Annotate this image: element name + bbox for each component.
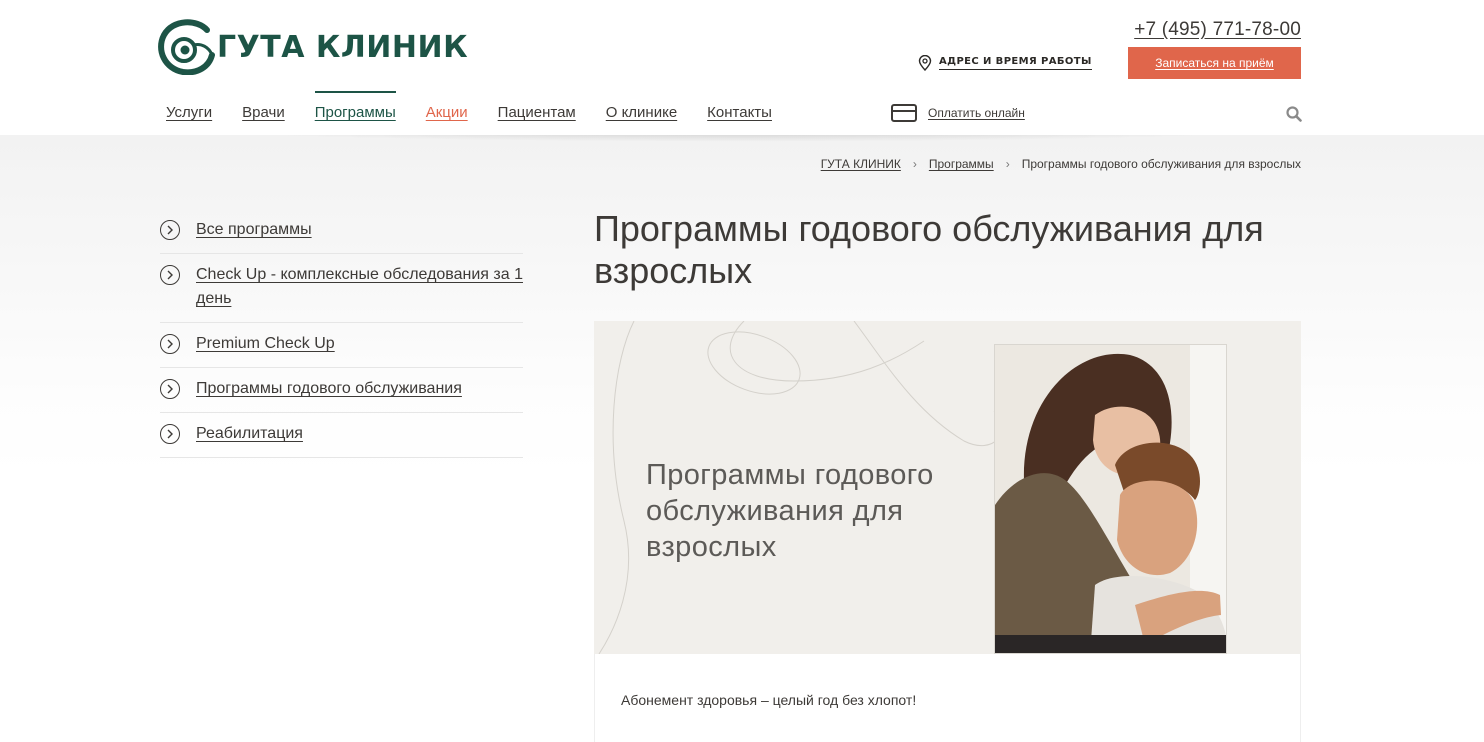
program-banner: Программы годового обслуживания для взро… (594, 321, 1301, 654)
sidebar-item-rehabilitation[interactable]: Реабилитация (160, 413, 523, 458)
main-nav: Услуги Врачи Программы Акции Пациентам О… (166, 91, 802, 121)
banner-headline: Программы годового обслуживания для взро… (646, 459, 934, 563)
breadcrumb: ГУТА КЛИНИК › Программы › Программы годо… (821, 157, 1301, 171)
breadcrumb-separator-icon: › (1005, 157, 1010, 171)
search-icon[interactable] (1286, 106, 1302, 122)
sidebar-menu: Все программы Check Up - комплексные обс… (160, 209, 523, 458)
pay-online-label: Оплатить онлайн (928, 106, 1025, 120)
sidebar-item-label: Premium Check Up (196, 335, 335, 352)
phone-link[interactable]: +7 (495) 771-78-00 (1134, 19, 1301, 41)
chevron-right-icon (160, 265, 180, 285)
nav-item-contacts[interactable]: Контакты (707, 104, 772, 121)
sidebar-item-check-up[interactable]: Check Up - комплексные обследования за 1… (160, 254, 523, 323)
address-link[interactable]: АДРЕС И ВРЕМЯ РАБОТЫ (918, 55, 1092, 71)
logo-emblem-icon (158, 19, 215, 75)
intro-text: Абонемент здоровья – целый год без хлопо… (621, 692, 917, 708)
page-title: Программы годового обслуживания для взро… (594, 208, 1264, 291)
chevron-right-icon (160, 220, 180, 240)
sidebar-item-label: Check Up - комплексные обследования за 1… (196, 266, 523, 307)
nav-item-patients[interactable]: Пациентам (498, 104, 576, 121)
breadcrumb-programs[interactable]: Программы (929, 157, 994, 171)
sidebar-item-label: Все программы (196, 221, 312, 238)
sidebar-item-premium-check-up[interactable]: Premium Check Up (160, 323, 523, 368)
nav-item-programs[interactable]: Программы (314, 91, 396, 121)
site-header: ГУТА КЛИНИК +7 (495) 771-78-00 АДРЕС И В… (0, 0, 1484, 135)
chevron-right-icon (160, 334, 180, 354)
breadcrumb-separator-icon: › (912, 157, 917, 171)
logo[interactable]: ГУТА КЛИНИК (157, 17, 468, 75)
logo-text: ГУТА КЛИНИК (217, 29, 469, 65)
nav-item-doctors[interactable]: Врачи (242, 104, 285, 121)
sidebar-item-label: Реабилитация (196, 425, 303, 442)
couple-photo (994, 344, 1227, 654)
pay-online-link[interactable]: Оплатить онлайн (891, 104, 1025, 122)
location-pin-icon (918, 55, 932, 71)
program-description: Абонемент здоровья – целый год без хлопо… (594, 654, 1301, 742)
breadcrumb-current: Программы годового обслуживания для взро… (1021, 157, 1301, 171)
nav-item-promotions[interactable]: Акции (426, 104, 468, 121)
book-appointment-button[interactable]: Записаться на приём (1128, 47, 1301, 79)
sidebar-item-annual-programs[interactable]: Программы годового обслуживания (160, 368, 523, 413)
breadcrumb-home[interactable]: ГУТА КЛИНИК (821, 157, 901, 171)
chevron-right-icon (160, 379, 180, 399)
nav-item-about[interactable]: О клинике (606, 104, 677, 121)
sidebar-item-all-programs[interactable]: Все программы (160, 209, 523, 254)
address-label: АДРЕС И ВРЕМЯ РАБОТЫ (939, 56, 1092, 70)
sidebar-item-label: Программы годового обслуживания (196, 380, 462, 397)
nav-item-services[interactable]: Услуги (166, 104, 212, 121)
credit-card-icon (891, 104, 917, 122)
chevron-right-icon (160, 424, 180, 444)
